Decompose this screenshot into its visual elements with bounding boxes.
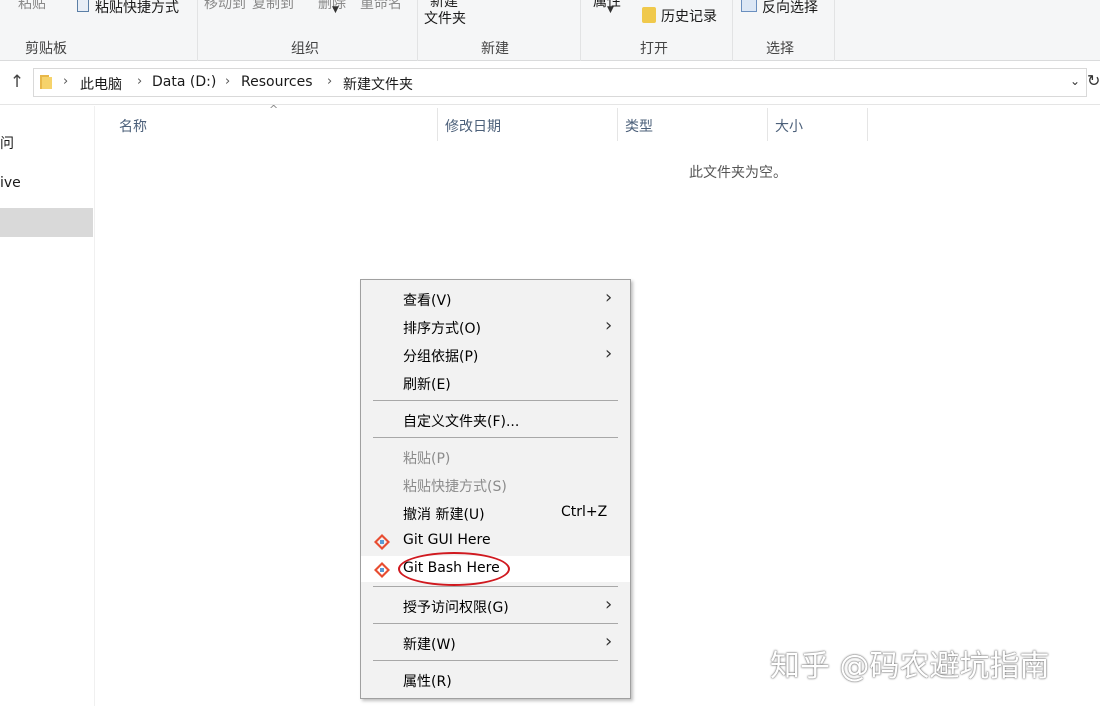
column-header-modified[interactable]: 修改日期 bbox=[445, 116, 501, 136]
menu-item-git-gui[interactable]: Git GUI Here bbox=[361, 528, 630, 554]
submenu-arrow-icon: › bbox=[605, 287, 613, 308]
ribbon-group-clipboard: 粘贴 粘贴快捷方式 剪贴板 bbox=[0, 0, 198, 61]
ribbon-group-label-select: 选择 bbox=[766, 41, 794, 57]
move-to-button[interactable]: 移动到 bbox=[204, 0, 246, 13]
menu-item-shortcut: Ctrl+Z bbox=[561, 504, 608, 520]
folder-icon bbox=[40, 75, 52, 89]
properties-dropdown-icon[interactable]: ▼ bbox=[607, 5, 614, 15]
menu-item-label: 新建(W) bbox=[403, 637, 456, 653]
git-bash-icon bbox=[374, 562, 390, 578]
menu-item-view[interactable]: 查看(V) › bbox=[361, 286, 630, 312]
history-button[interactable]: 历史记录 bbox=[661, 6, 717, 26]
menu-item-new[interactable]: 新建(W) › bbox=[361, 630, 630, 656]
invert-selection-icon bbox=[741, 0, 757, 12]
menu-item-label: 查看(V) bbox=[403, 293, 452, 309]
menu-item-sort-by[interactable]: 排序方式(O) › bbox=[361, 314, 630, 340]
breadcrumb-separator-icon[interactable]: › bbox=[327, 74, 332, 89]
menu-item-label: 授予访问权限(G) bbox=[403, 600, 509, 616]
paste-button[interactable]: 粘贴 bbox=[18, 0, 46, 13]
new-folder-button-line2[interactable]: 文件夹 bbox=[424, 8, 466, 28]
menu-item-label: 刷新(E) bbox=[403, 377, 451, 393]
menu-separator bbox=[373, 586, 618, 587]
ribbon: 粘贴 粘贴快捷方式 剪贴板 移动到 复制到 删除 ▼ 重命名 组织 新建 文件夹… bbox=[0, 0, 1100, 61]
submenu-arrow-icon: › bbox=[605, 343, 613, 364]
menu-item-undo-new[interactable]: 撤消 新建(U) Ctrl+Z bbox=[361, 500, 630, 526]
menu-separator bbox=[373, 623, 618, 624]
menu-item-label: 粘贴(P) bbox=[403, 451, 451, 467]
column-divider[interactable] bbox=[867, 108, 868, 141]
column-divider[interactable] bbox=[617, 108, 618, 141]
menu-item-label: Git GUI Here bbox=[403, 532, 491, 548]
up-arrow-icon[interactable]: ↑ bbox=[6, 71, 28, 93]
column-divider[interactable] bbox=[437, 108, 438, 141]
ribbon-group-label-clipboard: 剪贴板 bbox=[25, 41, 67, 57]
paste-shortcut-icon bbox=[77, 0, 89, 12]
menu-item-label: 自定义文件夹(F)... bbox=[403, 414, 520, 430]
breadcrumb-separator-icon[interactable]: › bbox=[225, 74, 230, 89]
empty-folder-message: 此文件夹为空。 bbox=[689, 165, 787, 181]
ribbon-group-select: 反向选择 选择 bbox=[733, 0, 835, 61]
ribbon-group-open: 属性 ▼ 历史记录 打开 bbox=[581, 0, 733, 61]
column-header-size[interactable]: 大小 bbox=[775, 116, 803, 136]
rename-button[interactable]: 重命名 bbox=[360, 0, 402, 13]
menu-separator bbox=[373, 437, 618, 438]
menu-separator bbox=[373, 400, 618, 401]
breadcrumb-separator-icon[interactable]: › bbox=[63, 74, 68, 89]
menu-item-label: 粘贴快捷方式(S) bbox=[403, 479, 507, 495]
highlight-annotation-circle bbox=[398, 552, 510, 586]
menu-item-refresh[interactable]: 刷新(E) bbox=[361, 370, 630, 396]
watermark: 知乎 @码农避坑指南 bbox=[770, 649, 1050, 684]
delete-dropdown-icon[interactable]: ▼ bbox=[332, 5, 339, 15]
context-menu: 查看(V) › 排序方式(O) › 分组依据(P) › 刷新(E) 自定义文件夹… bbox=[360, 279, 631, 699]
copy-to-button[interactable]: 复制到 bbox=[252, 0, 294, 13]
menu-item-label: 撤消 新建(U) bbox=[403, 507, 485, 523]
submenu-arrow-icon: › bbox=[605, 631, 613, 652]
invert-selection-button[interactable]: 反向选择 bbox=[762, 0, 818, 17]
nav-item-selected[interactable] bbox=[0, 208, 93, 237]
address-row: ↑ › 此电脑 › Data (D:) › Resources › 新建文件夹 … bbox=[0, 61, 1100, 105]
submenu-arrow-icon: › bbox=[605, 594, 613, 615]
ribbon-group-label-new: 新建 bbox=[481, 41, 509, 57]
menu-item-paste-shortcut[interactable]: 粘贴快捷方式(S) bbox=[361, 472, 630, 498]
git-gui-icon bbox=[374, 534, 390, 550]
breadcrumb-data-drive[interactable]: Data (D:) bbox=[152, 74, 216, 90]
menu-item-label: 属性(R) bbox=[403, 674, 452, 690]
history-icon bbox=[642, 7, 656, 23]
ribbon-group-organize: 移动到 复制到 删除 ▼ 重命名 组织 bbox=[198, 0, 418, 61]
breadcrumb-separator-icon[interactable]: › bbox=[137, 74, 142, 89]
nav-item-quick-access[interactable]: 问 bbox=[0, 133, 14, 153]
breadcrumb-resources[interactable]: Resources bbox=[241, 74, 313, 90]
address-dropdown-icon[interactable]: ⌄ bbox=[1070, 74, 1080, 88]
menu-separator bbox=[373, 660, 618, 661]
column-divider[interactable] bbox=[767, 108, 768, 141]
menu-item-customize-folder[interactable]: 自定义文件夹(F)... bbox=[361, 407, 630, 433]
menu-item-give-access[interactable]: 授予访问权限(G) › bbox=[361, 593, 630, 619]
address-bar[interactable]: › 此电脑 › Data (D:) › Resources › 新建文件夹 bbox=[33, 68, 1087, 97]
breadcrumb-this-pc[interactable]: 此电脑 bbox=[80, 74, 122, 94]
navigation-pane: 问 ive bbox=[0, 106, 95, 706]
menu-item-label: 排序方式(O) bbox=[403, 321, 481, 337]
menu-item-properties[interactable]: 属性(R) bbox=[361, 667, 630, 693]
paste-shortcut-button[interactable]: 粘贴快捷方式 bbox=[95, 0, 179, 17]
ribbon-group-label-organize: 组织 bbox=[291, 41, 319, 57]
menu-item-label: 分组依据(P) bbox=[403, 349, 479, 365]
nav-item-onedrive[interactable]: ive bbox=[0, 175, 21, 191]
menu-item-group-by[interactable]: 分组依据(P) › bbox=[361, 342, 630, 368]
sort-ascending-icon: ^ bbox=[269, 103, 279, 116]
ribbon-group-label-open: 打开 bbox=[640, 41, 668, 57]
breadcrumb-new-folder[interactable]: 新建文件夹 bbox=[343, 74, 413, 94]
ribbon-group-new: 新建 文件夹 新建 bbox=[418, 0, 581, 61]
column-header-name[interactable]: 名称 bbox=[119, 116, 147, 136]
menu-item-paste[interactable]: 粘贴(P) bbox=[361, 444, 630, 470]
refresh-icon[interactable]: ↻ bbox=[1087, 71, 1100, 90]
submenu-arrow-icon: › bbox=[605, 315, 613, 336]
column-header-type[interactable]: 类型 bbox=[625, 116, 653, 136]
